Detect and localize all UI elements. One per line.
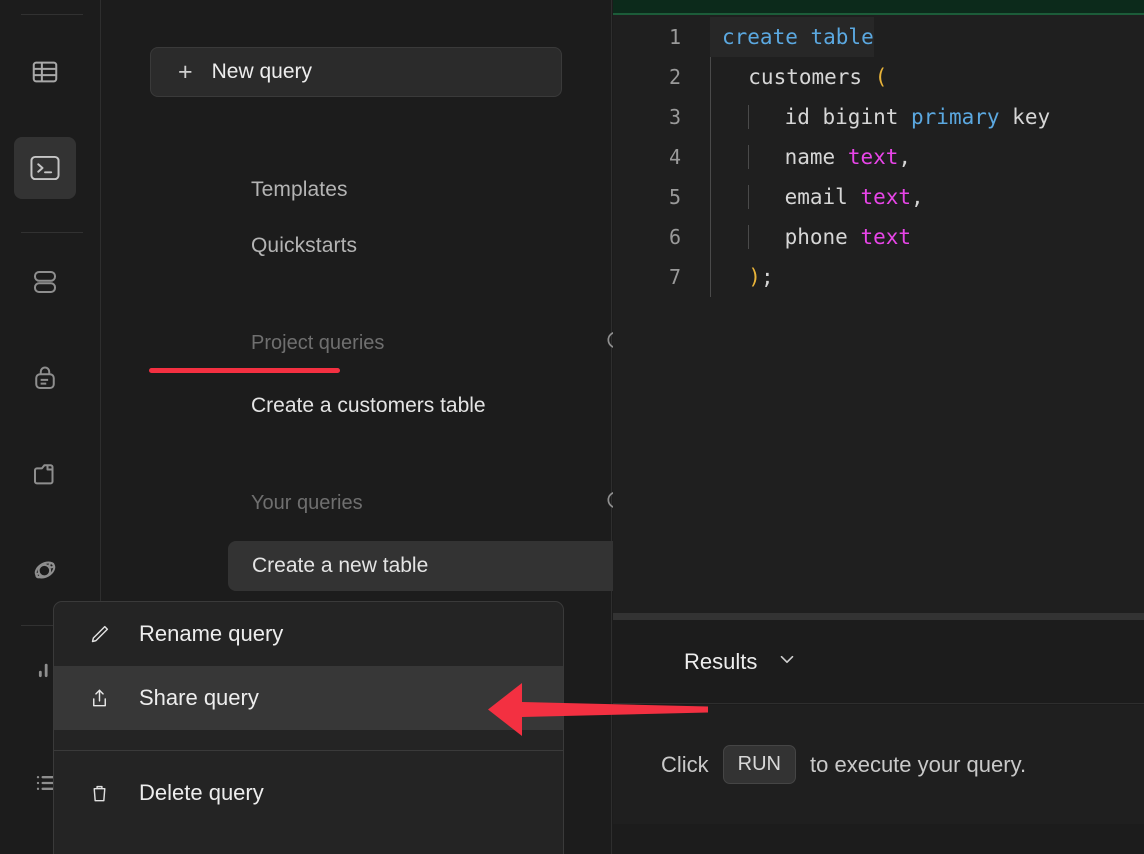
annotation-underline-project-queries (149, 368, 340, 373)
code-text: email text, (710, 177, 924, 217)
code-line: 2 customers ( (613, 57, 1144, 97)
your-queries-title: Your queries (251, 492, 363, 515)
code-text: customers ( (710, 57, 887, 97)
results-label: Results (684, 649, 757, 675)
empty-state-prefix: Click (661, 752, 709, 778)
menu-item-label: Share query (139, 685, 259, 711)
sql-editor-icon (29, 153, 61, 183)
pencil-icon (87, 623, 111, 646)
menu-item-label: Delete query (139, 780, 264, 806)
code-line: 7 ); (613, 257, 1144, 297)
menu-spacer (54, 751, 563, 761)
line-number: 4 (613, 137, 710, 177)
share-upload-icon (87, 687, 111, 710)
sidebar-link-quickstarts[interactable]: Quickstarts (251, 234, 357, 258)
run-keycap: RUN (723, 745, 796, 784)
new-query-label: New query (212, 60, 312, 84)
code-line: 3 id bigint primary key (613, 97, 1144, 137)
section-header-your-queries: Your queries (251, 489, 663, 517)
code-text: ); (710, 257, 774, 297)
code-line: 5 email text, (613, 177, 1144, 217)
trash-icon (87, 782, 111, 805)
line-number: 7 (613, 257, 710, 297)
code-text: create table (710, 17, 874, 57)
line-number: 2 (613, 57, 710, 97)
rail-item-table-editor[interactable] (14, 41, 76, 103)
quickstarts-label: Quickstarts (251, 234, 357, 257)
annotation-arrow-pointing-to-share-query (480, 675, 710, 750)
line-number: 6 (613, 217, 710, 257)
storage-folder-icon (30, 459, 60, 489)
editor-results-splitter[interactable] (613, 613, 1144, 620)
code-text: phone text (710, 217, 911, 257)
sql-code-area[interactable]: 1 create table 2 customers ( 3 id bigint… (613, 17, 1144, 613)
rail-item-edge-functions[interactable] (14, 539, 76, 601)
database-icon (30, 267, 60, 297)
rail-item-database[interactable] (14, 251, 76, 313)
rail-divider-top (21, 14, 83, 15)
editor-top-accent-strip (613, 0, 1144, 15)
project-queries-title: Project queries (251, 332, 384, 355)
table-editor-icon (30, 57, 60, 87)
line-number: 3 (613, 97, 710, 137)
authentication-lock-icon (30, 363, 60, 393)
results-footer (613, 824, 1144, 854)
rail-item-authentication[interactable] (14, 347, 76, 409)
new-query-button[interactable]: + New query (150, 47, 562, 97)
line-number: 1 (613, 17, 710, 57)
sql-editor-pane: 1 create table 2 customers ( 3 id bigint… (613, 0, 1144, 613)
rail-item-storage[interactable] (14, 443, 76, 505)
code-line: 6 phone text (613, 217, 1144, 257)
sql-editor-app: + New query Templates Quickstarts Projec… (0, 0, 1144, 854)
edge-functions-icon (30, 555, 60, 585)
code-line: 4 name text, (613, 137, 1144, 177)
section-header-project-queries: Project queries (251, 329, 663, 357)
plus-icon: + (178, 60, 193, 85)
chevron-down-icon[interactable] (776, 648, 798, 675)
code-text: name text, (710, 137, 911, 177)
rail-item-sql-editor[interactable] (14, 137, 76, 199)
query-item-create-customers-table[interactable]: Create a customers table (251, 394, 486, 418)
selected-query-label: Create a new table (252, 554, 428, 578)
empty-state-suffix: to execute your query. (810, 752, 1026, 778)
rail-divider-mid (21, 232, 83, 233)
code-line: 1 create table (613, 17, 1144, 57)
templates-label: Templates (251, 178, 348, 201)
menu-item-label: Rename query (139, 621, 283, 647)
line-number: 5 (613, 177, 710, 217)
code-text: id bigint primary key (710, 97, 1050, 137)
menu-item-delete-query[interactable]: Delete query (54, 761, 563, 825)
query-item-label: Create a customers table (251, 394, 486, 417)
menu-item-rename-query[interactable]: Rename query (54, 602, 563, 666)
sidebar-link-templates[interactable]: Templates (251, 178, 348, 202)
